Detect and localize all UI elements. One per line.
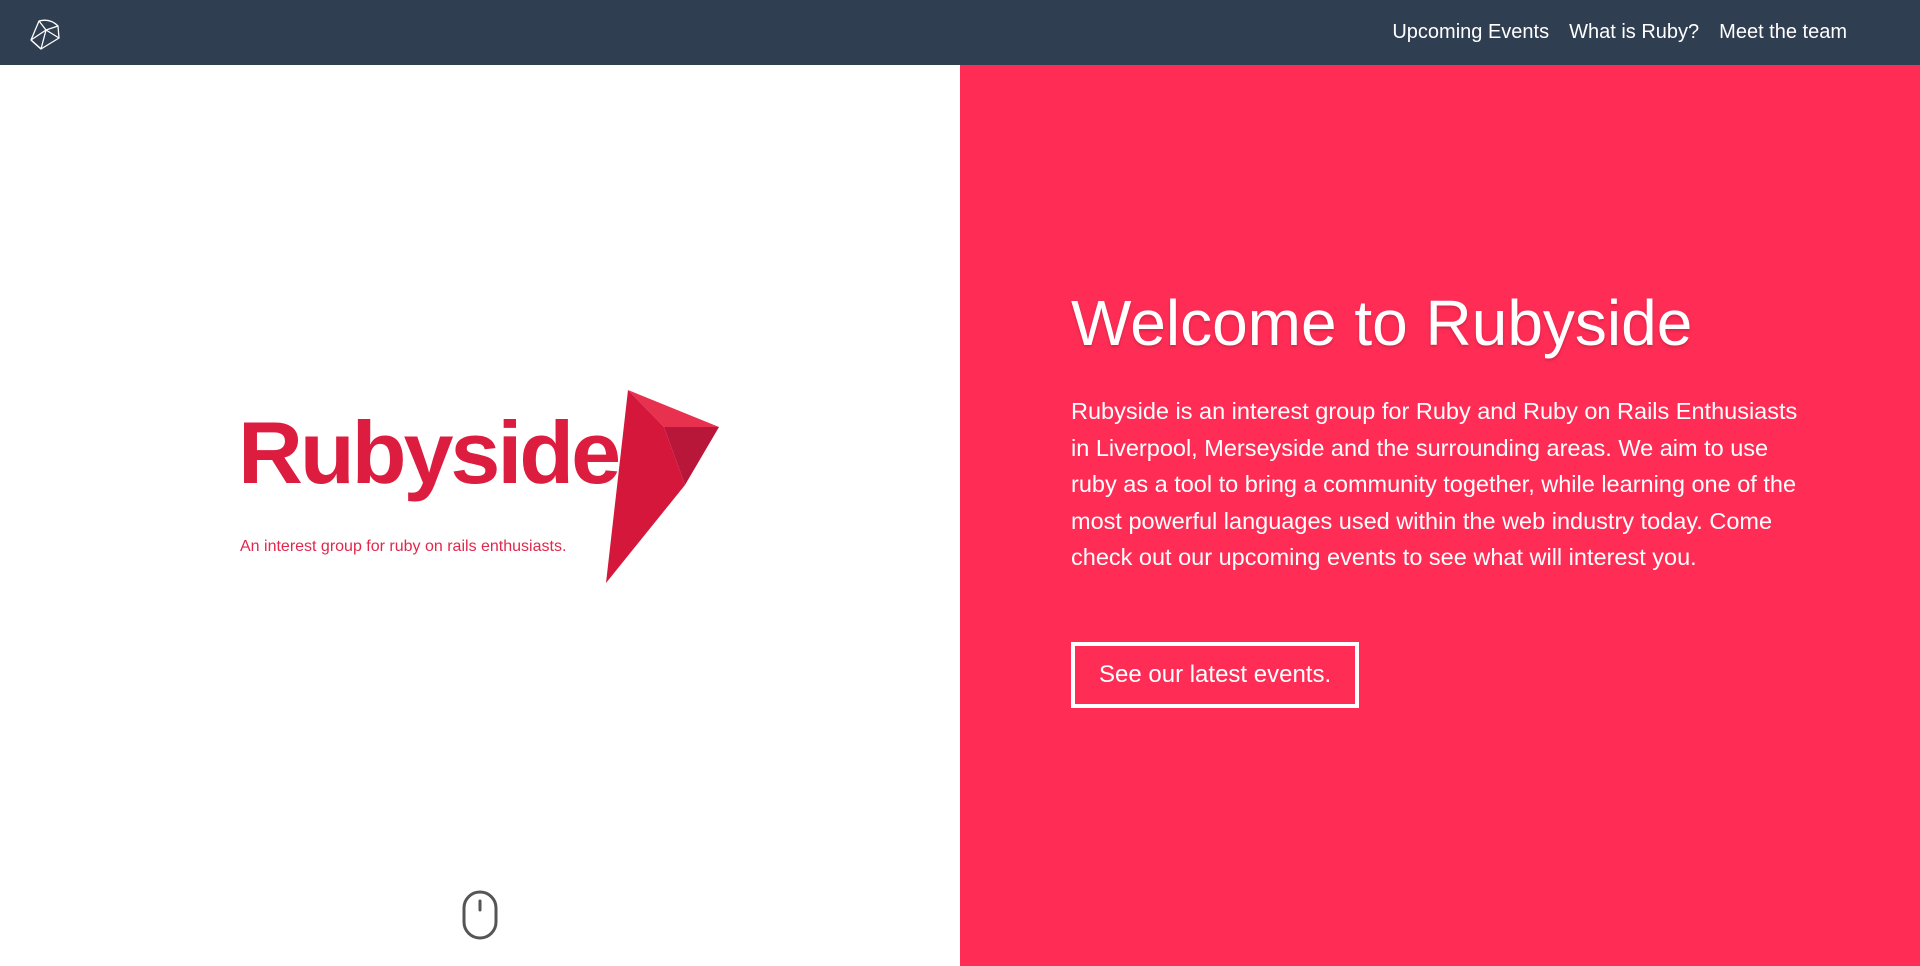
nav-link-what-is-ruby[interactable]: What is Ruby? (1569, 21, 1699, 44)
page: Upcoming Events What is Ruby? Meet the t… (0, 0, 1920, 966)
hero-title: Welcome to Rubyside (1071, 287, 1693, 359)
logo-wordmark: Rubyside (238, 403, 618, 502)
nav-link-meet-the-team[interactable]: Meet the team (1719, 21, 1847, 44)
ruby-gem-icon[interactable] (28, 16, 62, 50)
nav-link-upcoming-events[interactable]: Upcoming Events (1392, 21, 1549, 44)
navbar: Upcoming Events What is Ruby? Meet the t… (0, 0, 1920, 65)
see-latest-events-button[interactable]: See our latest events. (1071, 642, 1360, 708)
brand-tagline: An interest group for ruby on rails enth… (240, 538, 567, 555)
nav-links: Upcoming Events What is Ruby? Meet the t… (1392, 0, 1847, 65)
hero-description: Rubyside is an interest group for Ruby a… (1071, 398, 1798, 570)
mouse-scroll-icon[interactable] (461, 889, 499, 941)
logo-arrow-shape (606, 390, 719, 583)
